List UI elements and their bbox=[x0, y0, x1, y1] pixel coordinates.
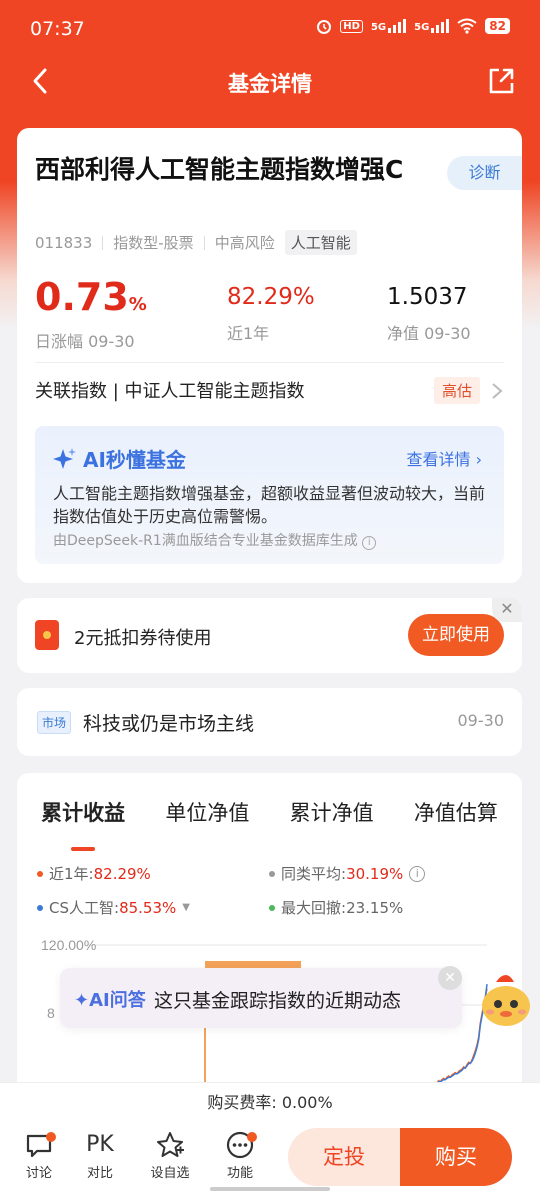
notification-dot bbox=[247, 1132, 257, 1142]
add-watchlist-button[interactable]: 设自选 bbox=[145, 1130, 195, 1181]
coupon-text: 2元抵扣券待使用 bbox=[74, 628, 212, 649]
year-return-label: 近1年 bbox=[227, 324, 270, 343]
chevron-right-icon bbox=[492, 383, 503, 399]
ai-ask-text: 这只基金跟踪指数的近期动态 bbox=[154, 990, 402, 1012]
status-icons: HD 5G 5G 82 bbox=[316, 18, 510, 34]
stat-max-drawdown-value: 23.15% bbox=[346, 898, 404, 917]
ai-ask-bubble[interactable]: ✦AI问答 这只基金跟踪指数的近期动态 ✕ bbox=[60, 966, 462, 1028]
signal-icon: 5G bbox=[370, 19, 407, 33]
day-change-label: 日涨幅 09-30 bbox=[35, 332, 135, 351]
related-index-row[interactable]: 关联指数 | 中证人工智能主题指数 高估 bbox=[35, 377, 504, 407]
star-plus-icon bbox=[157, 1132, 184, 1157]
year-return-value: 82.29% bbox=[227, 284, 315, 310]
status-bar: 07:37 HD 5G 5G 82 bbox=[0, 0, 540, 56]
info-icon[interactable]: i bbox=[362, 536, 377, 550]
sparkle-icon bbox=[53, 447, 76, 469]
tab-cumulative-nav[interactable]: 累计净值 bbox=[286, 797, 378, 837]
news-date: 09-30 bbox=[457, 711, 505, 730]
stat-1y-value: 82.29% bbox=[93, 864, 151, 883]
buy-button[interactable]: 购买 bbox=[400, 1128, 512, 1186]
stat-peer-avg: 同类平均: 30.19% i bbox=[269, 863, 426, 884]
pk-icon: PK bbox=[86, 1132, 114, 1157]
year-return-metric: 82.29% 近1年 bbox=[227, 274, 315, 344]
stat-max-drawdown: 最大回撤: 23.15% bbox=[269, 897, 403, 918]
ai-ask-label: ✦AI问答 bbox=[74, 990, 146, 1011]
tag-divider bbox=[102, 235, 104, 250]
stat-peer-avg-value: 30.19% bbox=[346, 864, 404, 883]
auto-invest-button[interactable]: 定投 bbox=[288, 1128, 400, 1186]
battery-icon: 82 bbox=[485, 18, 510, 34]
nav-metric: 1.5037 净值 09-30 bbox=[387, 274, 471, 344]
related-index-text: 关联指数 | 中证人工智能主题指数 bbox=[35, 381, 305, 402]
discuss-button[interactable]: 讨论 bbox=[14, 1130, 64, 1181]
ai-summary-title: AI秒懂基金 bbox=[53, 444, 186, 473]
purchase-fee: 购买费率: 0.00% bbox=[0, 1082, 540, 1122]
nav-value: 1.5037 bbox=[387, 284, 468, 310]
triangle-down-icon: ▼ bbox=[182, 902, 190, 913]
compare-button[interactable]: PK 对比 bbox=[75, 1130, 125, 1181]
tag-divider bbox=[203, 235, 205, 250]
tab-nav-estimate[interactable]: 净值估算 bbox=[410, 797, 502, 837]
coupon-card: 2元抵扣券待使用 立即使用 ✕ bbox=[17, 598, 522, 673]
news-card[interactable]: 市场 科技或仍是市场主线 09-30 bbox=[17, 688, 522, 756]
y-tick-label-partial: 8 bbox=[47, 1005, 55, 1021]
page-title: 基金详情 bbox=[228, 72, 312, 96]
nav-bar: 基金详情 bbox=[0, 56, 540, 106]
performance-card: 累计收益 单位净值 累计净值 净值估算 近1年: 82.29% 同类平均: 30.1… bbox=[17, 773, 522, 1103]
ai-summary-box: AI秒懂基金 查看详情 › 人工智能主题指数增强基金，超额收益显著但波动较大，当… bbox=[35, 426, 504, 564]
tab-unit-nav[interactable]: 单位净值 bbox=[161, 797, 253, 837]
day-change-metric: 0.73% 日涨幅 09-30 bbox=[35, 274, 147, 352]
tab-cumulative-return[interactable]: 累计收益 bbox=[37, 797, 129, 851]
fund-theme-tag[interactable]: 人工智能 bbox=[284, 230, 357, 255]
news-headline: 科技或仍是市场主线 bbox=[83, 713, 255, 735]
fund-code: 011833 bbox=[35, 233, 93, 252]
fund-summary-card: 西部利得人工智能主题指数增强C 诊断 011833 指数型-股票 中高风险 人工… bbox=[17, 128, 522, 583]
red-envelope-icon bbox=[35, 620, 59, 650]
fund-tags: 011833 指数型-股票 中高风险 人工智能 bbox=[35, 230, 357, 255]
home-indicator bbox=[210, 1187, 330, 1191]
net-label-1: 5G bbox=[370, 22, 387, 33]
use-coupon-button[interactable]: 立即使用 bbox=[408, 614, 504, 656]
wifi-icon bbox=[457, 18, 477, 34]
ai-summary-source: 由DeepSeek-R1满血版结合专业基金数据库生成 i bbox=[53, 530, 377, 550]
y-tick-label: 120.00% bbox=[41, 937, 96, 953]
share-icon[interactable] bbox=[486, 66, 516, 96]
ai-summary-more-link[interactable]: 查看详情 › bbox=[407, 446, 483, 470]
info-icon[interactable]: i bbox=[409, 865, 426, 882]
close-icon[interactable]: ✕ bbox=[438, 966, 462, 990]
status-time: 07:37 bbox=[30, 18, 85, 40]
notification-dot bbox=[46, 1132, 56, 1142]
alarm-icon bbox=[317, 20, 332, 34]
valuation-badge: 高估 bbox=[433, 377, 480, 404]
fund-type: 指数型-股票 bbox=[113, 234, 194, 252]
stat-index-value: 85.53% bbox=[119, 898, 177, 917]
bottom-action-bar: 讨论 PK 对比 设自选 功能 定投 购买 bbox=[0, 1122, 540, 1194]
ai-summary-text: 人工智能主题指数增强基金，超额收益显著但波动较大，当前指数估值处于历史高位需警惕… bbox=[53, 484, 486, 526]
chart-tabs: 累计收益 单位净值 累计净值 净值估算 bbox=[17, 797, 522, 851]
stat-index[interactable]: CS人工智: 85.53% ▼ bbox=[37, 897, 190, 918]
net-label-2: 5G bbox=[414, 22, 430, 33]
nav-label: 净值 09-30 bbox=[387, 324, 471, 343]
function-button[interactable]: 功能 bbox=[215, 1130, 265, 1181]
day-change-value: 0.73% bbox=[35, 275, 147, 319]
news-tag: 市场 bbox=[37, 711, 72, 734]
mascot-icon[interactable] bbox=[476, 968, 536, 1032]
signal-icon-2: 5G bbox=[414, 19, 450, 33]
stat-1y: 近1年: 82.29% bbox=[37, 863, 151, 884]
fund-risk: 中高风险 bbox=[214, 234, 275, 252]
close-icon[interactable]: ✕ bbox=[492, 598, 522, 622]
hd-icon: HD bbox=[340, 19, 363, 33]
divider bbox=[35, 362, 504, 363]
diagnose-button[interactable]: 诊断 bbox=[447, 156, 522, 190]
fund-name: 西部利得人工智能主题指数增强C bbox=[35, 155, 404, 184]
